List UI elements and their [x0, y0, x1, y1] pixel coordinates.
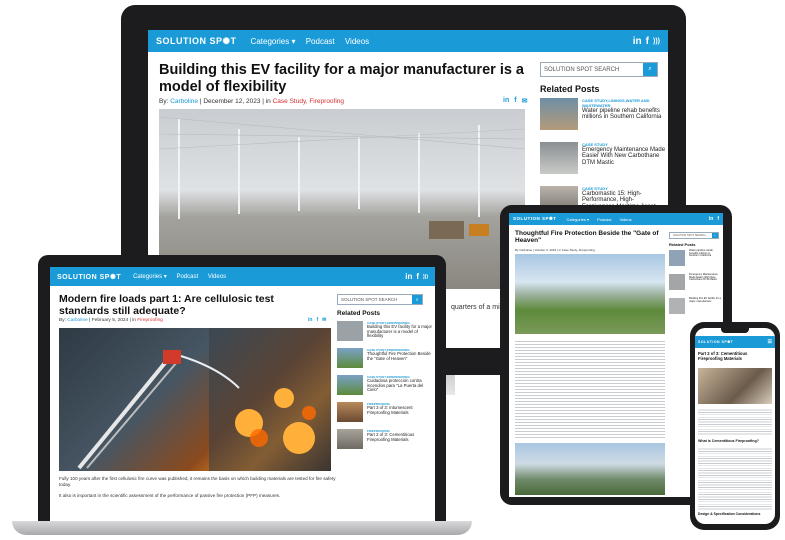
related-post[interactable]: CASE STUDY,LININGS,WATER AND WASTEWATER W…	[540, 98, 666, 138]
phone-hero-image	[698, 368, 772, 404]
author-link[interactable]: Carboline	[170, 98, 198, 105]
nav-videos[interactable]: Videos	[619, 217, 631, 222]
linkedin-icon[interactable]: in	[633, 36, 642, 47]
search-input[interactable]: SOLUTION SPOT SEARCH	[670, 233, 712, 238]
phone-article-title: Part 2 of 3: Cementitious Fireproofing M…	[698, 351, 748, 361]
related-post[interactable]: FIREPROOFING Part 3 of 3: Intumescent Fir…	[337, 402, 432, 426]
tablet-article-title: Thoughtful Fire Protection Beside the "G…	[515, 230, 659, 245]
share-icons: in f ✉	[503, 97, 527, 105]
linkedin-icon[interactable]: in	[405, 272, 412, 281]
post-thumbnail	[669, 250, 685, 266]
logo[interactable]: SOLUTION SP✺T	[57, 273, 121, 281]
tablet-header: SOLUTION SP✺T Categories ▾ Podcast Videos …	[509, 213, 723, 225]
related-posts-heading: Related Posts	[540, 84, 600, 94]
phone-header: SOLUTION SP✺T ☰	[695, 336, 775, 348]
phone-notch	[721, 328, 749, 333]
laptop-search: SOLUTION SPOT SEARCH ⌕	[337, 294, 423, 305]
rss-icon[interactable]: )))	[653, 38, 660, 45]
related-post[interactable]: CASE STUDY,FIREPROOFING Thoughtful Fire P…	[337, 348, 432, 372]
menu-icon[interactable]: ☰	[768, 339, 772, 345]
logo[interactable]: SOLUTION SP✺T	[698, 340, 733, 344]
share-facebook-icon[interactable]: f	[316, 317, 318, 323]
linkedin-icon[interactable]: in	[709, 216, 713, 222]
tablet-byline: By Carboline | October 3, 2023 | in Case…	[515, 248, 595, 252]
nav-videos[interactable]: Videos	[208, 274, 226, 280]
nav-categories[interactable]: Categories ▾	[133, 274, 167, 280]
related-post[interactable]: CASE STUDY Emergency Maintenance Made Eas…	[540, 142, 666, 182]
share-linkedin-icon[interactable]: in	[308, 317, 312, 323]
desktop-byline: By: Carboline | December 12, 2023 | in C…	[159, 98, 345, 105]
related-posts-list: CASE STUDY,FIREPROOFING Building this EV …	[337, 321, 432, 453]
share-icons: in f ✉	[308, 317, 326, 323]
related-post[interactable]: FIREPROOFING Part 2 of 3: Cementitious Fi…	[337, 429, 432, 453]
hero-image-green-roof	[515, 254, 665, 334]
facebook-icon[interactable]: f	[717, 216, 719, 222]
logo[interactable]: SOLUTION SP✺T	[156, 36, 237, 47]
laptop-base	[12, 521, 472, 535]
search-input[interactable]: SOLUTION SPOT SEARCH	[338, 295, 412, 304]
nav-podcast[interactable]: Podcast	[306, 37, 335, 46]
nav-videos[interactable]: Videos	[345, 37, 369, 46]
fire-ladder-illustration	[77, 328, 331, 471]
related-post[interactable]: Building this EV facility for a major ma…	[669, 297, 721, 320]
phone-footer-heading: Design & Specification Considerations	[698, 512, 761, 516]
author-link[interactable]: Carboline	[67, 318, 88, 323]
search-input[interactable]: SOLUTION SPOT SEARCH	[541, 63, 643, 76]
related-post[interactable]: Emergency Maintenance Made Easier With N…	[669, 273, 721, 296]
related-post[interactable]: CASE STUDY,FIREPROOFING Cuidadosa protecc…	[337, 375, 432, 399]
phone-screen: SOLUTION SP✺T ☰ Part 2 of 3: Cementitiou…	[695, 328, 775, 524]
nav-podcast[interactable]: Podcast	[176, 274, 198, 280]
post-thumbnail	[337, 348, 363, 368]
share-facebook-icon[interactable]: f	[514, 97, 516, 105]
post-thumbnail	[337, 375, 363, 395]
post-thumbnail	[540, 142, 578, 174]
phone-subheading: What is Cementitious Fireproofing?	[698, 439, 759, 443]
category-link[interactable]: Case Study, Fireproofing	[273, 98, 344, 105]
laptop-byline: By: Carboline | February 5, 2024 | in Fi…	[59, 318, 163, 323]
search-icon[interactable]: ⌕	[712, 233, 718, 238]
tablet-search: SOLUTION SPOT SEARCH ⌕	[669, 232, 719, 239]
related-posts-heading: Related Posts	[669, 242, 696, 247]
tablet-body-text	[515, 339, 665, 439]
laptop-screen: SOLUTION SP✺T Categories ▾ Podcast Video…	[50, 267, 435, 521]
laptop-header: SOLUTION SP✺T Categories ▾ Podcast Video…	[50, 267, 435, 286]
post-thumbnail	[669, 298, 685, 314]
nav-podcast[interactable]: Podcast	[597, 217, 611, 222]
post-thumbnail	[337, 429, 363, 449]
desktop-article-title: Building this EV facility for a major ma…	[159, 62, 524, 95]
related-post[interactable]: CASE STUDY,FIREPROOFING Building this EV …	[337, 321, 432, 345]
post-thumbnail	[669, 274, 685, 290]
rss-icon[interactable]: )))	[423, 274, 428, 280]
laptop-article-title: Modern fire loads part 1: Are cellulosic…	[59, 293, 274, 318]
tablet-second-image	[515, 443, 665, 495]
facebook-icon[interactable]: f	[646, 36, 649, 47]
post-thumbnail	[337, 402, 363, 422]
category-link[interactable]: Fireproofing	[137, 318, 163, 323]
phone-body-text-2	[698, 447, 772, 511]
post-thumbnail	[337, 321, 363, 341]
search-icon[interactable]: ⌕	[643, 63, 657, 76]
facebook-icon[interactable]: f	[416, 272, 419, 281]
related-posts-list: Water pipeline rehab benefits millions i…	[669, 249, 721, 320]
post-thumbnail	[540, 98, 578, 130]
nav-categories[interactable]: Categories ▾	[567, 217, 589, 222]
laptop-body-1: Fully 100 years after the first cellulos…	[59, 476, 336, 488]
logo[interactable]: SOLUTION SP✺T	[513, 216, 557, 222]
related-post[interactable]: Water pipeline rehab benefits millions i…	[669, 249, 721, 272]
phone-body-text	[698, 408, 772, 436]
desktop-search: SOLUTION SPOT SEARCH ⌕	[540, 62, 658, 77]
desktop-header: SOLUTION SP✺T Categories ▾ Podcast Video…	[148, 30, 668, 52]
nav-categories[interactable]: Categories ▾	[251, 37, 296, 46]
share-linkedin-icon[interactable]: in	[503, 97, 509, 105]
share-email-icon[interactable]: ✉	[522, 97, 528, 105]
search-icon[interactable]: ⌕	[412, 295, 422, 304]
share-email-icon[interactable]: ✉	[322, 317, 326, 323]
laptop-body-2: It also is important in the scientific a…	[59, 493, 281, 498]
hero-image-fire	[59, 328, 331, 471]
related-posts-heading: Related Posts	[337, 310, 380, 317]
